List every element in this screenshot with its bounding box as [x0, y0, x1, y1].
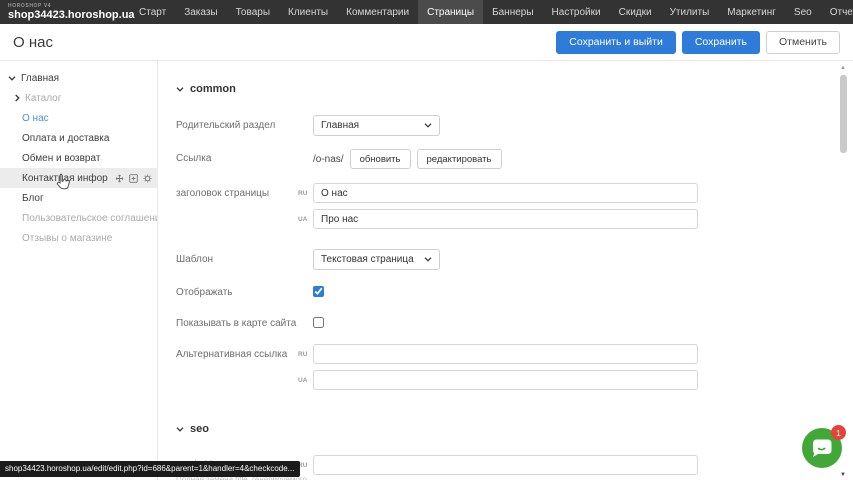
logo-domain: shop34423.horoshop.ua	[8, 10, 126, 21]
settings-icon[interactable]	[143, 174, 152, 183]
tree-label: Главная	[21, 73, 59, 84]
refresh-link-button[interactable]: обновить	[350, 149, 411, 169]
tree-label: Блог	[22, 193, 44, 204]
sidebar-item-main[interactable]: Главная	[0, 68, 157, 88]
nav-item-start[interactable]: Старт	[130, 0, 175, 24]
content-area: Главная Каталог О нас Оплата и доставка …	[0, 61, 853, 480]
scrollbar-thumb[interactable]	[840, 75, 847, 153]
status-bar-url: shop34423.horoshop.ua/edit/edit.php?id=6…	[0, 461, 300, 477]
nav-item-seo[interactable]: Seo	[785, 0, 821, 24]
field-label: Альтернативная ссылка	[176, 344, 313, 396]
sidebar-item-blog[interactable]: Блог	[0, 188, 157, 208]
chevron-right-icon[interactable]	[15, 94, 20, 102]
chevron-down-icon	[176, 423, 184, 435]
page-title-ua-input[interactable]	[313, 209, 698, 229]
sidebar-item-exchange-return[interactable]: Обмен и возврат	[0, 148, 157, 168]
nav-item-discounts[interactable]: Скидки	[610, 0, 661, 24]
chat-widget-button[interactable]: 1	[802, 428, 842, 468]
chevron-down-icon	[424, 123, 432, 128]
page-title-ru-input[interactable]	[313, 183, 698, 203]
field-link: Ссылка /o-nas/ обновить редактировать	[176, 148, 853, 169]
app-logo[interactable]: HOROSHOP V4 shop34423.horoshop.ua	[8, 4, 126, 21]
field-label: заголовок страницы	[176, 183, 313, 235]
field-alt-link: Альтернативная ссылка RU UA	[176, 344, 853, 396]
template-select[interactable]: Текстовая страница	[313, 249, 440, 270]
nav-item-clients[interactable]: Клиенты	[279, 0, 337, 24]
tree-label: Обмен и возврат	[22, 153, 100, 164]
pages-tree-sidebar: Главная Каталог О нас Оплата и доставка …	[0, 61, 157, 480]
chevron-down-icon[interactable]	[8, 76, 16, 81]
scroll-up-arrow[interactable]: ▲	[840, 65, 846, 71]
lang-tag-ua: UA	[298, 216, 307, 223]
sidebar-item-store-reviews[interactable]: Отзывы о магазине	[0, 228, 157, 248]
save-button[interactable]: Сохранить	[682, 31, 760, 54]
page-edit-form: common Родительский раздел Главная Ссылк…	[157, 61, 853, 480]
add-icon[interactable]	[129, 174, 138, 183]
html-title-ru-input[interactable]	[313, 455, 698, 475]
nav-item-marketing[interactable]: Маркетинг	[718, 0, 785, 24]
field-display: Отображать	[176, 282, 853, 298]
field-label: Ссылка	[176, 148, 313, 169]
tree-label: Оплата и доставка	[22, 133, 109, 144]
cancel-button[interactable]: Отменить	[766, 31, 840, 54]
sidebar-item-payment-delivery[interactable]: Оплата и доставка	[0, 128, 157, 148]
field-label: Отображать	[176, 282, 313, 298]
section-title-text: seo	[190, 423, 209, 435]
field-label: Шаблон	[176, 249, 313, 270]
lang-tag-ua: UA	[298, 377, 307, 384]
save-and-exit-button[interactable]: Сохранить и выйти	[556, 31, 676, 54]
nav-item-products[interactable]: Товары	[227, 0, 279, 24]
nav-item-utilities[interactable]: Утилиты	[661, 0, 719, 24]
vertical-scrollbar[interactable]: ▲ ▼	[839, 63, 848, 480]
main-nav: Старт Заказы Товары Клиенты Комментарии …	[130, 0, 853, 24]
nav-item-pages[interactable]: Страницы	[418, 0, 483, 24]
select-value: Главная	[321, 120, 359, 131]
field-parent-section: Родительский раздел Главная	[176, 115, 853, 136]
parent-section-select[interactable]: Главная	[313, 115, 440, 136]
sidebar-item-about[interactable]: О нас	[0, 108, 157, 128]
sidebar-item-contact-info[interactable]: Контактная инфор	[0, 168, 157, 188]
nav-item-orders[interactable]: Заказы	[175, 0, 226, 24]
nav-item-settings[interactable]: Настройки	[543, 0, 610, 24]
sidebar-item-user-agreement[interactable]: Пользовательское соглашение	[0, 208, 157, 228]
tree-label: О нас	[22, 113, 49, 124]
display-checkbox[interactable]	[313, 286, 324, 297]
logo-version: HOROSHOP V4	[8, 4, 126, 9]
nav-item-comments[interactable]: Комментарии	[337, 0, 418, 24]
topbar: HOROSHOP V4 shop34423.horoshop.ua Старт …	[0, 0, 853, 24]
select-value: Текстовая страница	[321, 254, 414, 265]
field-page-title: заголовок страницы RU UA	[176, 183, 853, 235]
page-title: О нас	[13, 34, 53, 51]
field-label: Родительский раздел	[176, 115, 313, 136]
lang-tag-ru: RU	[298, 190, 307, 197]
section-title-text: common	[190, 83, 236, 95]
field-sitemap: Показывать в карте сайта	[176, 313, 853, 329]
alt-link-ru-input[interactable]	[313, 344, 698, 364]
edit-link-button[interactable]: редактировать	[417, 149, 502, 169]
tree-label: Каталог	[25, 93, 61, 104]
field-label: Показывать в карте сайта	[176, 313, 313, 329]
scroll-down-arrow[interactable]: ▼	[840, 472, 846, 478]
tree-label: Отзывы о магазине	[22, 233, 112, 244]
sidebar-item-catalog[interactable]: Каталог	[0, 88, 157, 108]
link-path-value: /o-nas/	[313, 154, 344, 165]
alt-link-ua-input[interactable]	[313, 370, 698, 390]
lang-tag-ru: RU	[298, 351, 307, 358]
tree-label: Пользовательское соглашение	[22, 213, 166, 224]
field-template: Шаблон Текстовая страница	[176, 249, 853, 270]
chat-unread-badge: 1	[831, 425, 846, 440]
tree-label: Контактная инфор	[22, 173, 108, 184]
sitemap-checkbox[interactable]	[313, 317, 324, 328]
section-seo-header[interactable]: seo	[176, 423, 853, 435]
section-common-header[interactable]: common	[176, 83, 853, 95]
chevron-down-icon	[424, 257, 432, 262]
page-header: О нас Сохранить и выйти Сохранить Отмени…	[0, 24, 853, 61]
chevron-down-icon	[176, 83, 184, 95]
nav-item-banners[interactable]: Баннеры	[483, 0, 542, 24]
move-icon[interactable]	[115, 174, 124, 183]
nav-item-reports[interactable]: Отчеты	[821, 0, 853, 24]
